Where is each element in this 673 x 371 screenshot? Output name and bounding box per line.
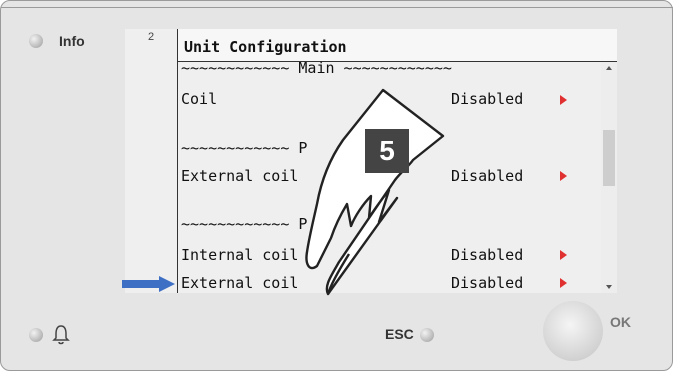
menu-value-internal-coil[interactable]: Disabled xyxy=(451,246,523,264)
panel-top-edge xyxy=(1,7,673,8)
screen-title: Unit Configuration xyxy=(184,38,347,56)
info-led xyxy=(29,34,43,48)
scrollbar[interactable] xyxy=(601,62,617,293)
menu-row-internal-coil[interactable]: Internal coil xyxy=(181,246,298,264)
value-arrow-icon[interactable] xyxy=(560,250,567,260)
screen-header: Unit Configuration xyxy=(178,29,617,62)
menu-value-external-coil-1[interactable]: Disabled xyxy=(451,167,523,185)
esc-button[interactable] xyxy=(420,328,434,342)
esc-label: ESC xyxy=(385,326,414,342)
ok-button[interactable] xyxy=(543,301,603,361)
value-arrow-icon[interactable] xyxy=(560,278,567,288)
selection-arrow-icon xyxy=(122,276,175,292)
scroll-down-icon[interactable] xyxy=(606,285,612,289)
section-header-3: ~~~~~~~~~~~~ P xyxy=(181,215,308,233)
controller-panel: Info 2 Unit Configuration ~~~~~~~~~~~~ M… xyxy=(0,0,673,371)
screen-number: 2 xyxy=(147,31,155,43)
scrollbar-thumb[interactable] xyxy=(603,130,615,186)
hand-pointer-icon xyxy=(305,88,445,296)
section-header-2: ~~~~~~~~~~~~ P xyxy=(181,139,308,157)
ok-label: OK xyxy=(610,314,631,330)
step-badge: 5 xyxy=(365,129,409,173)
menu-row-coil[interactable]: Coil xyxy=(181,90,217,108)
section-header-main: ~~~~~~~~~~~~ Main ~~~~~~~~~~~~ xyxy=(181,59,452,77)
menu-row-external-coil-1[interactable]: External coil xyxy=(181,167,298,185)
bell-icon[interactable] xyxy=(52,324,70,346)
screen-divider xyxy=(177,29,178,293)
info-label: Info xyxy=(59,33,85,49)
value-arrow-icon[interactable] xyxy=(560,95,567,105)
menu-value-coil[interactable]: Disabled xyxy=(451,90,523,108)
scroll-up-icon[interactable] xyxy=(606,66,612,70)
menu-value-external-coil-2[interactable]: Disabled xyxy=(451,274,523,292)
value-arrow-icon[interactable] xyxy=(560,171,567,181)
alarm-led xyxy=(29,328,43,342)
menu-row-external-coil-2[interactable]: External coil xyxy=(181,274,298,292)
